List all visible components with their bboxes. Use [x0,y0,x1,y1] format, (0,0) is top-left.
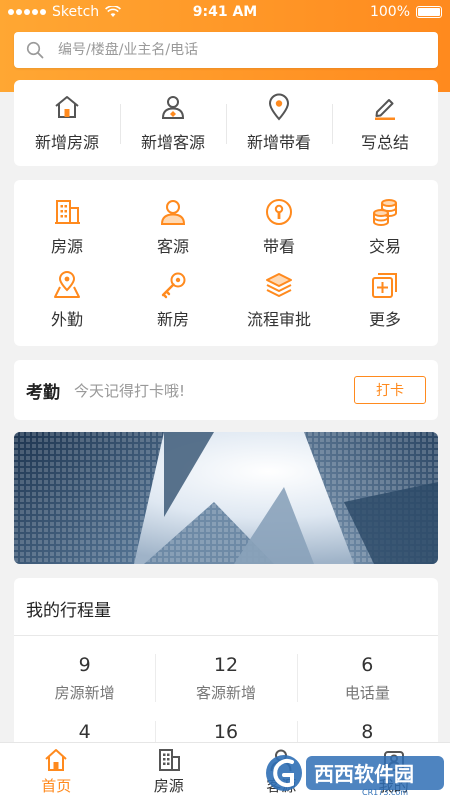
keyhole-icon [266,198,292,225]
coins-icon [373,198,397,226]
stat-item[interactable]: 8 [296,703,438,769]
wifi-icon [105,6,122,17]
carrier-label: Sketch [52,4,100,20]
stat-item[interactable]: 16 [155,703,296,769]
key-icon [161,272,186,298]
pen-icon [375,99,395,120]
module-viewing[interactable]: 带看 [226,190,332,263]
quick-action-label: 写总结 [360,133,409,152]
quick-action-add-property[interactable]: 新增房源 [14,80,120,166]
stats-title: 我的行程量 [14,578,438,636]
city-skyline-image [14,432,438,564]
module-approval[interactable]: 流程审批 [226,263,332,336]
stat-value: 6 [361,654,374,676]
building-icon [55,199,80,224]
attendance-hint: 今天记得打卡哦! [74,381,186,400]
quick-action-add-customer[interactable]: 新增客源 [120,80,226,166]
quick-action-label: 新增房源 [34,133,99,152]
module-field-work[interactable]: 外勤 [14,263,120,336]
module-new-home[interactable]: 新房 [120,263,226,336]
stat-value: 12 [213,654,239,676]
module-label: 客源 [156,236,189,256]
search-input[interactable] [58,42,438,58]
stat-label: 客源新增 [195,684,256,702]
search-bar[interactable] [14,32,438,68]
person-icon [161,96,185,119]
quick-action-label: 新增带看 [246,133,311,152]
stats-grid: 9 房源新增 12 客源新增 6 电话量 4 16 8 [14,636,438,769]
building-icon [158,749,180,771]
quick-action-label: 新增客源 [140,133,205,152]
search-icon [26,41,44,59]
stat-item[interactable]: 9 房源新增 [14,636,155,703]
stat-value: 9 [78,654,91,676]
module-label: 更多 [368,309,401,329]
module-more[interactable]: 更多 [332,263,438,336]
quick-actions-card: 新增房源 新增客源 新增带看 写总结 [14,80,438,166]
battery-percent: 100% [369,4,410,20]
stat-item[interactable]: 12 客源新增 [155,636,296,703]
stat-item[interactable]: 4 [14,703,155,743]
stat-label: 房源新增 [54,684,115,702]
module-transaction[interactable]: 交易 [332,190,438,263]
battery-icon [416,6,442,18]
module-label: 新房 [156,309,189,329]
map-pin-icon [54,270,80,298]
status-bar: Sketch 9:41 AM 100% [0,0,450,24]
add-icon [372,272,397,298]
site-watermark: 西西软件园 CR173.com [262,748,448,798]
tab-label: 首页 [41,777,72,795]
attendance-card: 考勤 今天记得打卡哦! 打卡 [14,360,438,420]
stat-value: 8 [361,721,374,743]
check-in-button[interactable]: 打卡 [354,376,426,404]
home-icon [45,749,67,771]
module-label: 流程审批 [246,309,311,329]
module-label: 交易 [368,236,401,256]
quick-action-write-summary[interactable]: 写总结 [332,80,438,166]
location-pin-icon [268,93,290,121]
svg-text:CR173.com: CR173.com [362,788,408,797]
modules-grid: 房源 客源 带看 交易 外勤 新房 流程审批 更多 [14,180,438,346]
signal-icon [8,9,46,15]
watermark-logo: 西西软件园 CR173.com [266,755,444,797]
house-icon [55,96,79,118]
tab-label: 房源 [153,777,184,795]
promo-banner[interactable] [14,432,438,564]
attendance-title: 考勤 [26,382,60,403]
stat-value: 4 [78,721,91,743]
stat-label: 电话量 [344,684,390,702]
customer-icon [160,199,186,225]
module-label: 房源 [50,236,83,256]
module-property[interactable]: 房源 [14,190,120,263]
svg-text:西西软件园: 西西软件园 [314,762,414,786]
module-label: 带看 [262,236,295,256]
quick-action-add-viewing[interactable]: 新增带看 [226,80,332,166]
module-label: 外勤 [50,309,83,329]
stat-value: 16 [213,721,239,743]
stat-item[interactable]: 6 电话量 [296,636,438,703]
layers-icon [266,272,292,297]
tab-property[interactable]: 房源 [113,743,226,800]
tab-home[interactable]: 首页 [0,743,113,800]
status-time: 9:41 AM [192,4,258,20]
module-customer[interactable]: 客源 [120,190,226,263]
